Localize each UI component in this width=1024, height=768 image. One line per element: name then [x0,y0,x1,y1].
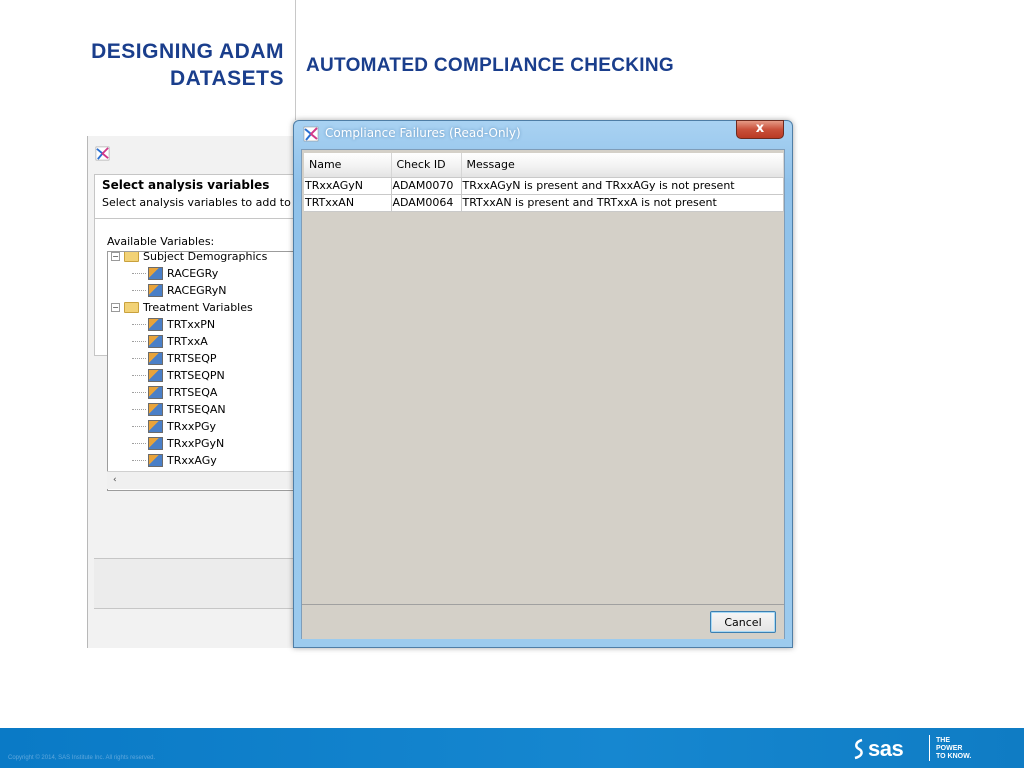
cell-message[interactable]: TRTxxAN is present and TRTxxA is not pre… [461,194,784,212]
tree-item-label: TRTxxPN [167,318,216,331]
tree-item-label: TRTSEQA [167,386,218,399]
column-header-check-id[interactable]: Check ID [391,153,462,178]
variable-icon [148,420,163,433]
tagline-line-2: POWER [936,745,963,752]
tree-connector [132,358,146,359]
footer-band: Copyright © 2014, SAS Institute Inc. All… [0,728,1024,768]
header-divider [295,0,296,120]
tree-connector [132,426,146,427]
tree-connector [132,409,146,410]
collapse-icon[interactable]: − [111,303,120,312]
app-icon [95,146,110,161]
slide-subtitle: AUTOMATED COMPLIANCE CHECKING [306,55,674,76]
tree-item-label: Treatment Variables [143,301,253,314]
variable-tree[interactable]: − Subject Demographics RACEGRy RACEGRyN − Tre… [107,251,297,491]
tree-connector [132,460,146,461]
dialog-footer: Cancel [302,605,784,639]
tree-connector [132,290,146,291]
tree-item-label: TRTSEQAN [167,403,226,416]
tree-folder[interactable]: − Treatment Variables [111,299,253,316]
tagline-line-3: TO KNOW. [936,753,972,760]
variable-icon [148,284,163,297]
variable-icon [148,318,163,331]
folder-icon [124,302,139,313]
copyright-text: Copyright © 2014, SAS Institute Inc. All… [8,755,156,761]
variable-icon [148,437,163,450]
tree-item[interactable]: TRTSEQAN [132,401,226,418]
tree-item-label: TRTxxA [167,335,208,348]
tree-item-label: TRxxPGyN [167,437,225,450]
cell-check-id[interactable]: ADAM0064 [391,194,462,212]
variable-icon [148,386,163,399]
tree-item-label: RACEGRyN [167,284,227,297]
cell-name[interactable]: TRxxAGyN [304,177,392,195]
tree-item-label: TRxxPGy [167,420,217,433]
variable-icon [148,335,163,348]
tree-item[interactable]: TRTSEQPN [132,367,225,384]
tree-item[interactable]: TRTxxPN [132,316,215,333]
tree-item[interactable]: RACEGRy [132,265,218,282]
wizard-separator [94,218,297,219]
tree-item[interactable]: TRTSEQP [132,350,217,367]
app-icon [303,126,319,142]
sas-logo: sas [851,736,904,762]
wizard-window: Select analysis variables Select analysi… [87,136,297,648]
tree-item-label: Subject Demographics [143,251,268,263]
tree-item[interactable]: TRxxPGyN [132,435,224,452]
table-header-row: Name Check ID Message [304,153,784,178]
tree-item[interactable]: TRTSEQA [132,384,217,401]
table-row[interactable]: TRTxxAN ADAM0064 TRTxxAN is present and … [304,194,784,212]
variable-icon [148,454,163,467]
tree-connector [132,273,146,274]
tree-item[interactable]: TRTxxA [132,333,208,350]
compliance-failures-dialog: Compliance Failures (Read-Only) x Name C… [293,120,793,648]
tree-item-label: TRTSEQPN [167,369,225,382]
close-icon: x [755,121,765,136]
tree-connector [132,443,146,444]
tree-connector [132,341,146,342]
tree-connector [132,324,146,325]
variable-icon [148,352,163,365]
cancel-button[interactable]: Cancel [710,611,776,633]
wizard-description: Select analysis variables to add to th [102,196,297,209]
dialog-title: Compliance Failures (Read-Only) [325,126,521,140]
compliance-table: Name Check ID Message TRxxAGyN ADAM0070 … [304,153,784,212]
slide-title-line-1: DESIGNING ADAM [91,40,284,63]
tree-connector [132,392,146,393]
tree-connector [132,375,146,376]
table-row[interactable]: TRxxAGyN ADAM0070 TRxxAGyN is present an… [304,177,784,195]
dialog-body: Name Check ID Message TRxxAGyN ADAM0070 … [301,149,785,639]
folder-icon [124,252,139,262]
tree-item-label: TRTSEQP [167,352,217,365]
tree-item[interactable]: TRxxPGy [132,418,216,435]
tree-item[interactable]: TRxxAGy [132,452,217,469]
available-variables-label: Available Variables: [107,235,215,248]
variable-icon [148,267,163,280]
tree-item-label: TRxxAGy [167,454,217,467]
cell-message[interactable]: TRxxAGyN is present and TRxxAGy is not p… [461,177,784,195]
sas-wordmark: sas [868,736,904,761]
tagline-line-1: THE [936,737,950,744]
cell-check-id[interactable]: ADAM0070 [391,177,462,195]
logo-separator [929,735,930,761]
close-button[interactable]: x [736,120,784,139]
wizard-footer [94,559,297,609]
variable-icon [148,369,163,382]
tree-item-label: RACEGRy [167,267,219,280]
wizard-heading: Select analysis variables [102,178,270,192]
sas-swirl-icon [854,738,863,760]
tree-item[interactable]: RACEGRyN [132,282,226,299]
tagline: THE POWER TO KNOW. [936,737,971,761]
variable-icon [148,403,163,416]
column-header-message[interactable]: Message [461,153,784,178]
scroll-left-arrow-icon[interactable]: ‹ [113,475,117,485]
slide-title-line-2: DATASETS [169,67,284,90]
column-header-name[interactable]: Name [304,153,392,178]
cell-name[interactable]: TRTxxAN [304,194,392,212]
tree-folder[interactable]: − Subject Demographics [111,251,268,265]
horizontal-scrollbar[interactable]: ‹ [107,471,297,489]
slide-title: DESIGNING ADAM DATASETS [4,38,284,92]
collapse-icon[interactable]: − [111,252,120,261]
